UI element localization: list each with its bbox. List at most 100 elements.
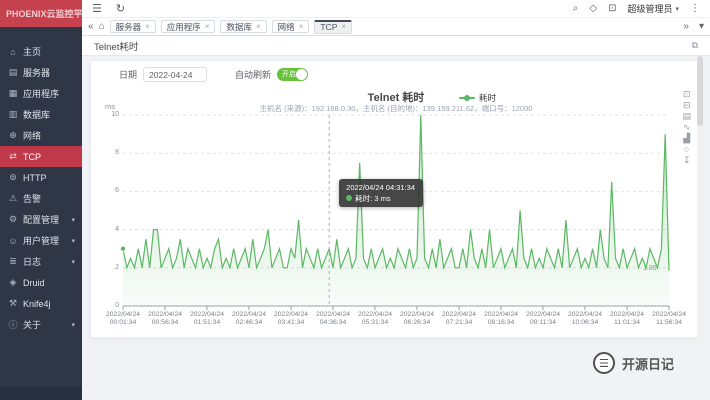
sidebar-item-about[interactable]: ⓘ关于▾ <box>0 314 82 335</box>
sidebar-item-label: 服务器 <box>23 66 50 79</box>
page-title: Telnet耗时 <box>94 39 138 53</box>
x-axis-tick-label: 2022/04/2400:56:34 <box>148 311 182 327</box>
filter-bar: 日期 自动刷新 开启 <box>119 67 308 82</box>
tab-label: 服务器 <box>116 21 142 33</box>
x-axis-tick-label: 2022/04/2402:46:34 <box>232 311 266 327</box>
hamburger-icon[interactable]: ☰ <box>92 0 102 18</box>
y-axis-tick-label: 4 <box>93 226 119 233</box>
sidebar-item-user[interactable]: ☺ 用户管理 ▾ <box>0 230 82 251</box>
datazoom-reset-icon[interactable]: ⊟ <box>682 100 691 110</box>
sidebar-item-network[interactable]: ⊕网络 <box>0 125 82 146</box>
sidebar-item-label: 数据库 <box>23 108 50 121</box>
fullscreen-icon[interactable]: ⊡ <box>608 3 616 14</box>
sidebar-item-log[interactable]: ≣日志▾ <box>0 251 82 272</box>
line-chart-icon[interactable]: ∿ <box>682 122 691 132</box>
watermark-logo-icon: ☰ <box>593 352 615 374</box>
user-menu[interactable]: 超级管理员 ▾ <box>627 2 679 15</box>
legend-marker-icon <box>459 95 475 101</box>
scrollbar-thumb[interactable] <box>697 56 703 126</box>
sidebar-collapse-bar[interactable] <box>0 387 82 400</box>
sidebar-menu: ⌂主页▤服务器▦应用程序▥数据库⊕网络 ⇄ TCP ⊚HTTP⚠告警⚙配置管理▾ ☺ 用户… <box>0 27 82 335</box>
tag-icon[interactable]: ◇ <box>589 3 597 14</box>
chevron-down-icon: ▾ <box>71 237 75 245</box>
http-icon: ⊚ <box>8 172 18 183</box>
sidebar-item-label: 主页 <box>23 45 41 58</box>
datazoom-icon[interactable]: ⊡ <box>682 89 691 99</box>
sidebar-item-knife4j[interactable]: ⚒Knife4j <box>0 293 82 314</box>
chevron-down-icon: ▾ <box>71 258 75 266</box>
dataview-icon[interactable]: ▤ <box>682 111 691 121</box>
search-icon[interactable]: ⌕ <box>573 3 579 14</box>
y-axis-tick-label: 8 <box>93 149 119 156</box>
gear-icon: ⚙ <box>8 214 18 225</box>
sidebar-item-label: 用户管理 <box>23 234 59 247</box>
apps-icon: ▦ <box>8 88 18 99</box>
chevron-down-icon: ▾ <box>71 321 75 329</box>
home-tab-icon[interactable]: ⌂ <box>99 21 105 32</box>
tabs-menu-icon[interactable]: ▾ <box>699 20 704 34</box>
sidebar-item-label: Knife4j <box>23 299 51 309</box>
sidebar-item-tcp[interactable]: ⇄ TCP <box>0 146 82 167</box>
chart-toolbox: ⊡⊟▤∿▟○↧ <box>682 89 691 165</box>
tooltip-series-marker-icon <box>346 195 352 201</box>
tooltip-series-row: 耗时: 3 ms <box>346 193 416 204</box>
user-icon: ☺ <box>8 236 18 246</box>
sidebar-item-druid[interactable]: ◈Druid <box>0 272 82 293</box>
sidebar-item-database[interactable]: ▥数据库 <box>0 104 82 125</box>
tab-label: 网络 <box>278 21 295 33</box>
sidebar-item-home[interactable]: ⌂主页 <box>0 41 82 62</box>
close-icon[interactable]: × <box>205 23 210 31</box>
sidebar-item-config[interactable]: ⚙配置管理▾ <box>0 209 82 230</box>
save-image-icon[interactable]: ↧ <box>682 155 691 165</box>
chart-plot-area[interactable] <box>123 115 669 315</box>
auto-refresh-label: 自动刷新 <box>235 68 271 81</box>
sidebar-item-label: TCP <box>23 152 41 162</box>
scroll-right-icon[interactable]: » <box>683 20 689 34</box>
sidebar-item-application[interactable]: ▦应用程序 <box>0 83 82 104</box>
watermark: ☰ 开源日记 <box>593 352 674 374</box>
restore-icon[interactable]: ○ <box>682 144 691 154</box>
close-icon[interactable]: × <box>341 23 346 31</box>
sidebar-item-label: 关于 <box>23 318 41 331</box>
refresh-icon[interactable]: ↻ <box>116 0 125 18</box>
date-input[interactable] <box>143 67 207 82</box>
close-icon[interactable]: × <box>299 23 304 31</box>
bar-chart-icon[interactable]: ▟ <box>682 133 691 143</box>
x-axis-labels: 2022/04/2400:01:342022/04/2400:56:342022… <box>123 311 669 331</box>
sidebar-item-alarm[interactable]: ⚠告警 <box>0 188 82 209</box>
auto-refresh-toggle[interactable]: 开启 <box>277 68 308 81</box>
tags-view-bar: « ⌂ 服务器×应用程序×数据库×网络×TCP× » ▾ <box>82 18 710 36</box>
tooltip-time: 2022/04/24 04:31:34 <box>346 182 416 193</box>
topbar-right: ⌕ ◇ ⊡ 超级管理员 ▾ ⋮ <box>573 2 700 15</box>
tab-server[interactable]: 服务器× <box>110 20 156 33</box>
tab-application[interactable]: 应用程序× <box>161 20 216 33</box>
tab-network[interactable]: 网络 × <box>272 20 310 33</box>
x-axis-tick-label: 2022/04/2404:36:34 <box>316 311 350 327</box>
tab-label: 数据库 <box>226 21 252 33</box>
endpoint-value-label: 1.85 <box>643 265 657 272</box>
tab-database[interactable]: 数据库 × <box>220 20 266 33</box>
card-fullscreen-icon[interactable]: ⧉ <box>692 40 698 51</box>
more-icon[interactable]: ⋮ <box>690 3 700 14</box>
sidebar-item-server[interactable]: ▤服务器 <box>0 62 82 83</box>
tab-label: TCP <box>320 22 337 32</box>
tab-tcp[interactable]: TCP × <box>314 20 352 34</box>
sidebar-item-label: 告警 <box>23 192 41 205</box>
topbar: ☰ ↻ ⌕ ◇ ⊡ 超级管理员 ▾ ⋮ <box>82 0 710 18</box>
x-axis-tick-label: 2022/04/2409:11:34 <box>526 311 560 327</box>
content-scrollbar[interactable] <box>697 56 703 340</box>
date-label: 日期 <box>119 68 137 81</box>
sidebar-item-http[interactable]: ⊚HTTP <box>0 167 82 188</box>
telnet-latency-chart: Telnet 耗时 主机名 (来源)：192.168.0.30，主机名 (目的地… <box>91 87 701 337</box>
close-icon[interactable]: × <box>145 23 150 31</box>
x-axis-tick-label: 2022/04/2405:31:34 <box>358 311 392 327</box>
network-icon: ⊕ <box>8 130 18 141</box>
x-axis-tick-label: 2022/04/2411:01:34 <box>610 311 644 327</box>
tcp-icon: ⇄ <box>8 151 18 162</box>
x-axis-tick-label: 2022/04/2406:26:34 <box>400 311 434 327</box>
x-axis-tick-label: 2022/04/2407:21:34 <box>442 311 476 327</box>
close-icon[interactable]: × <box>256 23 261 31</box>
x-axis-tick-label: 2022/04/2410:06:34 <box>568 311 602 327</box>
legend-item-haoshi[interactable]: 耗时 <box>459 92 496 104</box>
scroll-left-icon[interactable]: « <box>88 20 94 34</box>
